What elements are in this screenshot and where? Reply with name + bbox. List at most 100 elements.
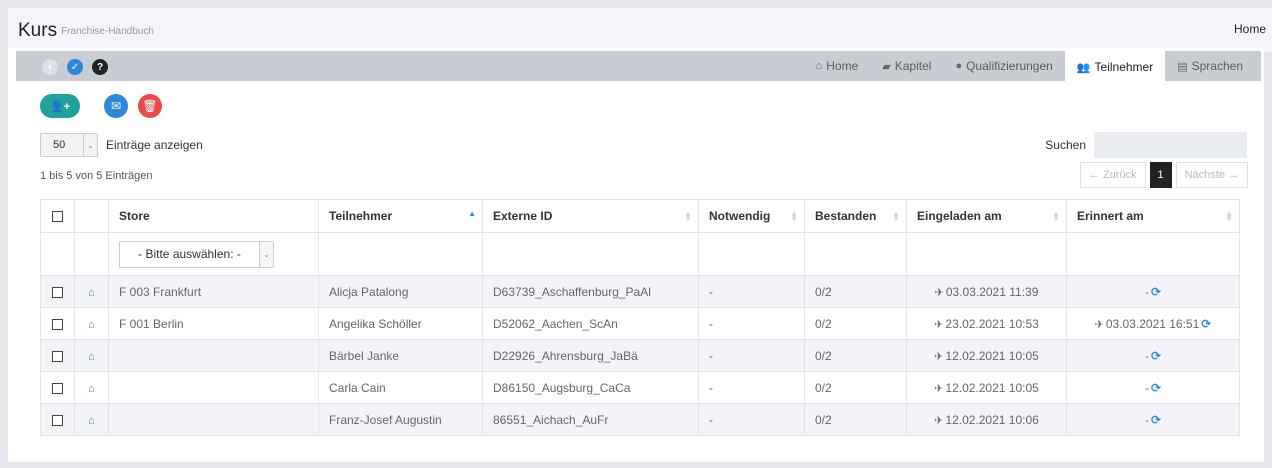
tab-kapitel[interactable]: ▰ Kapitel [870, 51, 943, 81]
tab-label: Qualifizierungen [966, 59, 1053, 73]
tab-bar: ⌂ Home ▰ Kapitel ● Qualifizierungen 👥 Teilne… [804, 51, 1255, 83]
filter-cell [698, 232, 805, 276]
search-box: Suchen [1045, 132, 1247, 158]
cell-erinnert-am: - ⟳ [1066, 339, 1240, 372]
page-length: 50 ⌄ Einträge anzeigen [40, 133, 203, 157]
prev-page-button[interactable]: ← Zurück [1079, 162, 1146, 188]
cell-notwendig: - [698, 371, 805, 404]
cell-eingeladen-am: ✈ 12.02.2021 10:06 [906, 403, 1067, 436]
row-icon-cell: ⌂ [74, 275, 109, 308]
page-length-label: Einträge anzeigen [106, 138, 203, 152]
cell-bestanden: 0/2 [804, 371, 907, 404]
column-header-erinnert-am[interactable]: Erinnert am ▲ ▼ [1066, 199, 1240, 233]
refresh-icon[interactable]: ⟳ [1151, 413, 1161, 427]
column-header-store[interactable]: Store [108, 199, 319, 233]
row-select-cell [40, 307, 75, 340]
cell-teilnehmer: Bärbel Janke [318, 339, 483, 372]
table-row[interactable]: ⌂ Franz-Josef Augustin 86551_Aichach_AuF… [40, 403, 1240, 436]
filter-cell [74, 232, 109, 276]
table-row[interactable]: ⌂ Carla Cain D86150_Augsburg_CaCa - 0/2 … [40, 371, 1240, 404]
tab-label: Kapitel [894, 59, 932, 73]
send-icon: ✈ [934, 382, 944, 395]
row-select-cell [40, 403, 75, 436]
tab-home[interactable]: ⌂ Home [804, 51, 871, 81]
row-select-cell [40, 371, 75, 404]
row-icon-cell: ⌂ [74, 339, 109, 372]
delete-button[interactable]: 🗑 [138, 94, 162, 118]
table-row[interactable]: ⌂ F 001 Berlin Angelika Schöller D52062_… [40, 307, 1240, 340]
participants-table: Store Teilnehmer ▲ Externe ID ▲ ▼ Notwendig… [40, 199, 1240, 436]
column-header-teilnehmer[interactable]: Teilnehmer ▲ [318, 199, 483, 233]
filter-cell [1066, 232, 1240, 276]
store-filter-value: - Bitte auswählen: - [138, 247, 241, 261]
cell-notwendig: - [698, 403, 805, 436]
column-header-bestanden[interactable]: Bestanden ▲ ▼ [804, 199, 907, 233]
home-icon[interactable]: ⌂ [88, 319, 95, 331]
sort-icon: ▲ ▼ [1052, 209, 1060, 223]
back-icon[interactable]: ‹ [42, 59, 58, 75]
cell-eingeladen-am: ✈ 23.02.2021 10:53 [906, 307, 1067, 340]
search-input[interactable] [1094, 132, 1247, 158]
row-checkbox[interactable] [52, 350, 63, 362]
add-user-button[interactable]: 👤+ [40, 94, 80, 118]
cell-teilnehmer: Angelika Schöller [318, 307, 483, 340]
book-icon: ▰ [882, 60, 891, 73]
home-icon[interactable]: ⌂ [88, 287, 95, 299]
cell-externe-id: D52062_Aachen_ScAn [482, 307, 699, 340]
row-checkbox[interactable] [52, 414, 63, 426]
next-page-button[interactable]: Nächste → [1175, 162, 1248, 188]
check-icon[interactable]: ✓ [67, 59, 83, 75]
row-checkbox[interactable] [52, 382, 63, 394]
pagination: ← Zurück 1 Nächste → [1079, 162, 1248, 188]
users-icon: 👥 [1076, 61, 1091, 74]
cell-eingeladen-am: ✈ 12.02.2021 10:05 [906, 371, 1067, 404]
column-header-notwendig[interactable]: Notwendig ▲ ▼ [698, 199, 805, 233]
tab-label: Home [826, 59, 859, 73]
tab-sprachen[interactable]: ▤ Sprachen [1165, 51, 1255, 81]
page-title: Kurs Franchise-Handbuch [18, 20, 154, 41]
page-length-select[interactable]: 50 ⌄ [40, 133, 98, 157]
tab-label: Teilnehmer [1094, 60, 1154, 74]
icon-column-header [74, 199, 109, 233]
home-icon[interactable]: ⌂ [88, 383, 95, 395]
row-select-cell [40, 339, 75, 372]
sort-icon: ▲ ▼ [684, 209, 692, 223]
store-filter-select[interactable]: - Bitte auswählen: - ⌄ [119, 240, 274, 268]
row-icon-cell: ⌂ [74, 403, 109, 436]
cell-store [108, 371, 319, 404]
send-icon: ✈ [934, 318, 944, 331]
help-icon[interactable]: ? [92, 59, 108, 75]
home-icon[interactable]: ⌂ [88, 351, 95, 363]
table-info: 1 bis 5 von 5 Einträgen [40, 170, 153, 182]
cell-erinnert-am: - ⟳ [1066, 403, 1240, 436]
table-row[interactable]: ⌂ Bärbel Janke D22926_Ahrensburg_JaBä - … [40, 339, 1240, 372]
select-all-checkbox[interactable] [52, 211, 63, 223]
tab-teilnehmer[interactable]: 👥 Teilnehmer [1064, 51, 1166, 83]
refresh-icon[interactable]: ⟳ [1201, 317, 1211, 331]
column-header-eingeladen-am[interactable]: Eingeladen am ▲ ▼ [906, 199, 1067, 233]
column-header-externe-id[interactable]: Externe ID ▲ ▼ [482, 199, 699, 233]
sort-icon: ▲ ▼ [790, 209, 798, 223]
home-icon[interactable]: ⌂ [88, 415, 95, 427]
row-checkbox[interactable] [52, 318, 63, 330]
refresh-icon[interactable]: ⟳ [1151, 349, 1161, 363]
top-bar: Kurs Franchise-Handbuch Home [8, 8, 1272, 52]
send-mail-button[interactable]: ✉ [104, 94, 128, 118]
home-link[interactable]: Home [1234, 22, 1266, 36]
refresh-icon[interactable]: ⟳ [1151, 381, 1161, 395]
tab-qualifizierungen[interactable]: ● Qualifizierungen [943, 51, 1064, 81]
cell-notwendig: - [698, 275, 805, 308]
tab-label: Sprachen [1191, 59, 1243, 73]
filter-cell [482, 232, 699, 276]
table-row[interactable]: ⌂ F 003 Frankfurt Alicja Patalong D63739… [40, 275, 1240, 308]
page-button-1[interactable]: 1 [1149, 162, 1172, 188]
cell-bestanden: 0/2 [804, 403, 907, 436]
filter-cell [318, 232, 483, 276]
row-checkbox[interactable] [52, 286, 63, 298]
send-icon: ✈ [1094, 318, 1104, 331]
refresh-icon[interactable]: ⟳ [1151, 285, 1161, 299]
cell-erinnert-am: - ⟳ [1066, 275, 1240, 308]
filter-cell [906, 232, 1067, 276]
action-toolbar: 👤+ ✉ 🗑 [40, 94, 162, 118]
row-icon-cell: ⌂ [74, 307, 109, 340]
